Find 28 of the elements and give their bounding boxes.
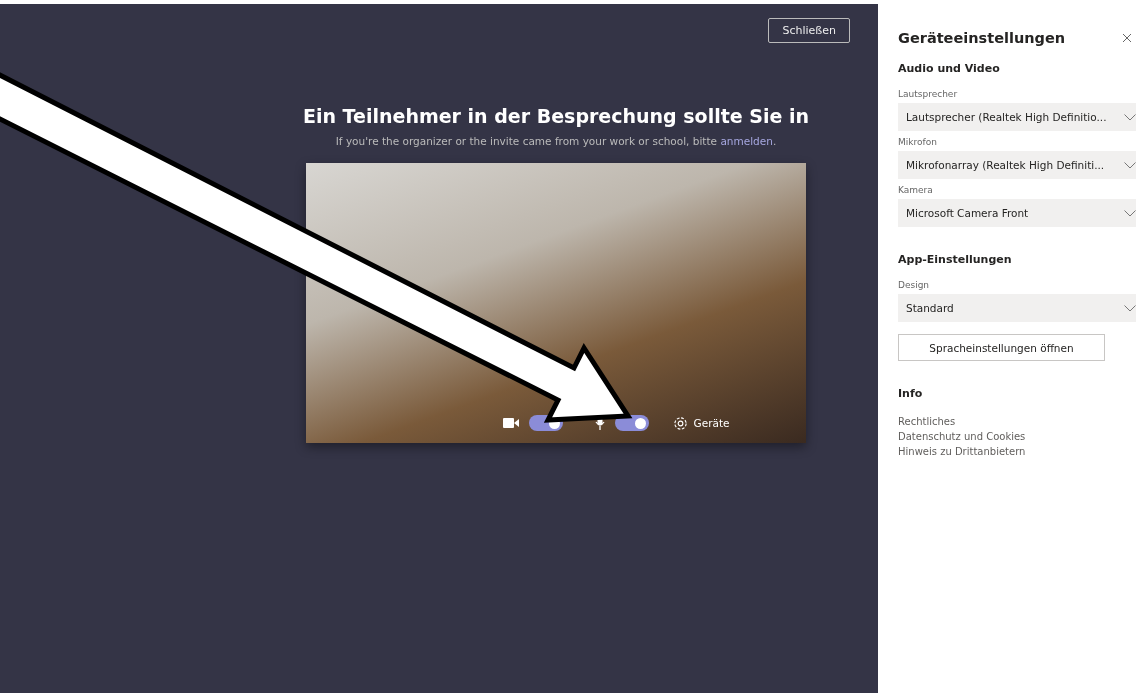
section-heading: Info xyxy=(898,387,924,400)
dropdown[interactable]: Microsoft Camera Front xyxy=(898,199,1136,227)
dropdown-label: Mikrofon xyxy=(898,137,938,147)
info-link[interactable]: Datenschutz und Cookies xyxy=(898,429,1136,444)
language-settings-button[interactable]: Spracheinstellungen öffnen xyxy=(898,334,1105,361)
section-heading: Audio und Video xyxy=(898,62,1001,75)
devices-button[interactable]: Geräte xyxy=(672,415,730,431)
camera-icon xyxy=(502,417,519,429)
chevron-icon xyxy=(1124,161,1136,169)
panel-title: Geräteeinstellungen xyxy=(898,30,1066,46)
heading: Ein Teilnehmer in der Besprechung sollte Sie in xyxy=(303,105,809,127)
chevron-icon xyxy=(1124,304,1136,312)
chevron-icon xyxy=(1124,113,1136,121)
sign-in-link[interactable]: anmelden xyxy=(720,135,773,147)
dropdown-label: Design xyxy=(898,280,931,290)
info-link[interactable]: Hinweis zu Drittanbietern xyxy=(898,444,1136,459)
settings-icon xyxy=(672,415,688,431)
close-icon[interactable] xyxy=(1122,33,1132,43)
dropdown-label: Kamera xyxy=(898,185,934,195)
section-heading: App-Einstellungen xyxy=(898,253,1013,266)
subtitle: If you're the organizer or the invite came from your work or school, bitte anmelden. xyxy=(335,135,777,147)
chevron-icon xyxy=(1124,209,1136,217)
info-link[interactable]: Rechtliches xyxy=(898,414,1136,429)
dropdown[interactable]: Lautsprecher (Realtek High Definitio... xyxy=(898,103,1136,131)
dropdown[interactable]: Mikrofonarray (Realtek High Definiti... xyxy=(898,151,1136,179)
close-button[interactable]: Schließen xyxy=(768,18,850,43)
dropdown[interactable]: Standard xyxy=(898,294,1136,322)
dropdown-label: Lautsprecher xyxy=(898,89,959,99)
